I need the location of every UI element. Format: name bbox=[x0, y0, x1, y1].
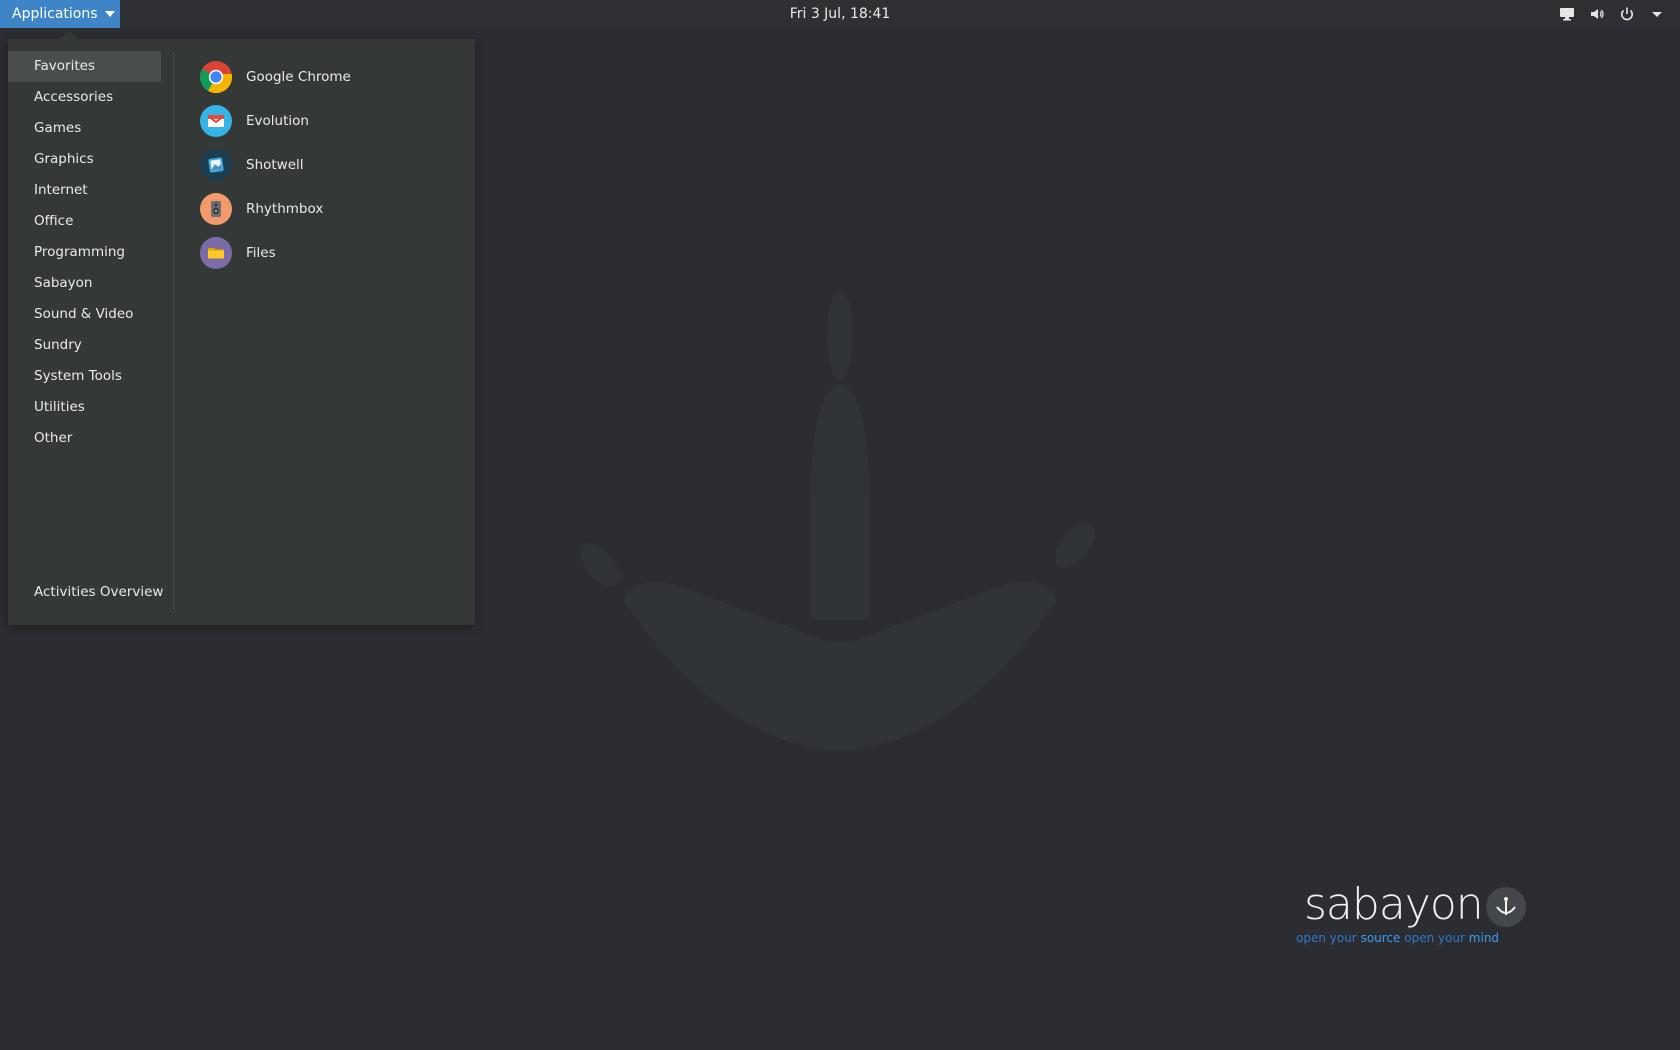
category-other[interactable]: Other bbox=[8, 423, 161, 454]
category-sundry[interactable]: Sundry bbox=[8, 330, 161, 361]
caret-down-icon bbox=[104, 11, 115, 17]
evolution-icon bbox=[200, 105, 232, 137]
tagline-part: mind bbox=[1468, 931, 1500, 945]
app-shotwell[interactable]: Shotwell bbox=[200, 143, 351, 187]
applications-label: Applications bbox=[12, 6, 98, 22]
app-evolution[interactable]: Evolution bbox=[200, 99, 351, 143]
applications-menu: Favorites Accessories Games Graphics Int… bbox=[8, 30, 475, 625]
category-utilities[interactable]: Utilities bbox=[8, 392, 161, 423]
anchor-icon bbox=[1486, 887, 1526, 927]
category-programming[interactable]: Programming bbox=[8, 237, 161, 268]
clock: Fri 3 Jul, 18:41 bbox=[0, 0, 1680, 28]
category-sabayon[interactable]: Sabayon bbox=[8, 268, 161, 299]
power-icon[interactable] bbox=[1618, 5, 1636, 23]
category-system-tools[interactable]: System Tools bbox=[8, 361, 161, 392]
shotwell-icon bbox=[200, 149, 232, 181]
app-label: Files bbox=[246, 245, 276, 261]
category-favorites[interactable]: Favorites bbox=[8, 51, 161, 82]
system-tray bbox=[1558, 0, 1666, 28]
menu-pointer bbox=[60, 30, 78, 39]
display-icon[interactable] bbox=[1558, 5, 1576, 23]
category-internet[interactable]: Internet bbox=[8, 175, 161, 206]
chrome-icon bbox=[200, 61, 232, 93]
activities-overview-button[interactable]: Activities Overview bbox=[34, 584, 163, 600]
top-bar: Applications Fri 3 Jul, 18:41 bbox=[0, 0, 1680, 28]
category-list: Favorites Accessories Games Graphics Int… bbox=[8, 51, 161, 454]
category-accessories[interactable]: Accessories bbox=[8, 82, 161, 113]
app-label: Google Chrome bbox=[246, 69, 351, 85]
category-games[interactable]: Games bbox=[8, 113, 161, 144]
app-rhythmbox[interactable]: Rhythmbox bbox=[200, 187, 351, 231]
app-google-chrome[interactable]: Google Chrome bbox=[200, 55, 351, 99]
category-sound-video[interactable]: Sound & Video bbox=[8, 299, 161, 330]
rhythmbox-icon bbox=[200, 193, 232, 225]
applications-menu-button[interactable]: Applications bbox=[0, 0, 120, 28]
brand-name: sabayon bbox=[1304, 879, 1484, 930]
tagline-part: open your bbox=[1296, 931, 1361, 945]
app-label: Rhythmbox bbox=[246, 201, 324, 217]
desktop: sabayon open your source open your mind … bbox=[0, 0, 1680, 1050]
files-icon bbox=[200, 237, 232, 269]
tagline-part: open your bbox=[1400, 931, 1469, 945]
category-office[interactable]: Office bbox=[8, 206, 161, 237]
app-list: Google Chrome Evolution Shotwell Rhythmb… bbox=[200, 55, 351, 275]
tagline-part: source bbox=[1360, 931, 1401, 945]
sabayon-logo: sabayon open your source open your mind bbox=[1296, 880, 1536, 950]
brand-tagline: open your source open your mind bbox=[1296, 931, 1499, 945]
chevron-down-icon[interactable] bbox=[1648, 5, 1666, 23]
volume-icon[interactable] bbox=[1588, 5, 1606, 23]
clock-text[interactable]: Fri 3 Jul, 18:41 bbox=[790, 6, 891, 22]
app-files[interactable]: Files bbox=[200, 231, 351, 275]
app-label: Evolution bbox=[246, 113, 309, 129]
sabayon-watermark bbox=[580, 290, 1095, 750]
menu-divider bbox=[173, 53, 174, 609]
app-label: Shotwell bbox=[246, 157, 304, 173]
category-graphics[interactable]: Graphics bbox=[8, 144, 161, 175]
